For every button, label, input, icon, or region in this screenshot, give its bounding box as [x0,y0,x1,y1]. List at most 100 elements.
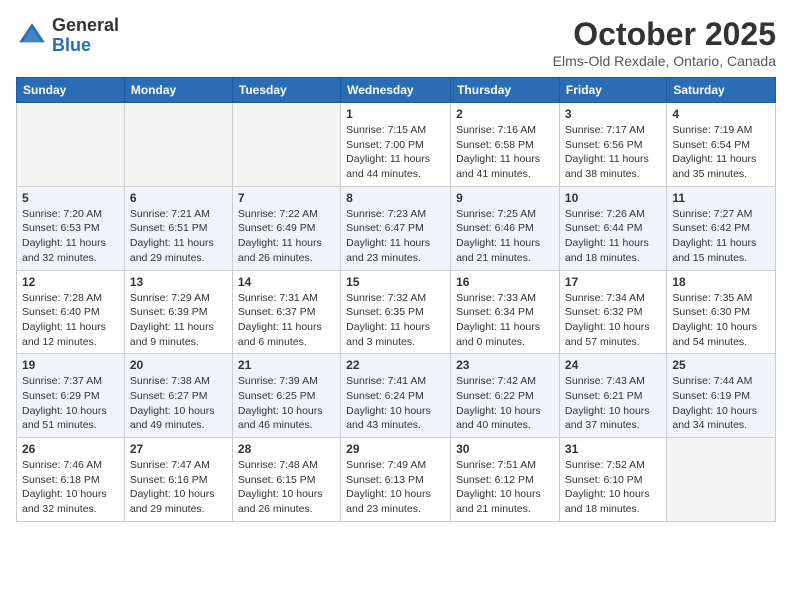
day-info: Sunrise: 7:43 AM Sunset: 6:21 PM Dayligh… [565,374,661,433]
day-cell [17,103,125,187]
day-number: 29 [346,442,445,456]
day-info: Sunrise: 7:46 AM Sunset: 6:18 PM Dayligh… [22,458,119,517]
day-cell: 18 Sunrise: 7:35 AM Sunset: 6:30 PM Dayli… [667,270,776,354]
week-row-2: 12 Sunrise: 7:28 AM Sunset: 6:40 PM Dayli… [17,270,776,354]
day-cell: 6 Sunrise: 7:21 AM Sunset: 6:51 PM Daylig… [124,186,232,270]
day-cell: 23Sunrise: 7:42 AM Sunset: 6:22 PM Dayli… [451,354,560,438]
day-info: Sunrise: 7:20 AM Sunset: 6:53 PM Dayligh… [22,207,119,266]
day-info: Sunrise: 7:27 AM Sunset: 6:42 PM Dayligh… [672,207,770,266]
day-number: 30 [456,442,554,456]
day-cell: 27 Sunrise: 7:47 AM Sunset: 6:16 PM Dayli… [124,438,232,522]
day-cell: 26 Sunrise: 7:46 AM Sunset: 6:18 PM Dayli… [17,438,125,522]
day-cell: 2 Sunrise: 7:16 AM Sunset: 6:58 PM Daylig… [451,103,560,187]
day-cell: 19Sunrise: 7:37 AM Sunset: 6:29 PM Dayli… [17,354,125,438]
day-number: 18 [672,275,770,289]
weekday-header-wednesday: Wednesday [341,78,451,103]
day-cell: 13 Sunrise: 7:29 AM Sunset: 6:39 PM Dayli… [124,270,232,354]
day-cell: 25 Sunrise: 7:44 AM Sunset: 6:19 PM Dayli… [667,354,776,438]
day-number: 27 [130,442,227,456]
day-number: 15 [346,275,445,289]
day-number: 20 [130,358,227,372]
day-cell: 7Sunrise: 7:22 AM Sunset: 6:49 PM Daylig… [232,186,340,270]
day-number: 9 [456,191,554,205]
day-cell: 29Sunrise: 7:49 AM Sunset: 6:13 PM Dayli… [341,438,451,522]
day-cell: 16Sunrise: 7:33 AM Sunset: 6:34 PM Dayli… [451,270,560,354]
day-number: 2 [456,107,554,121]
day-info: Sunrise: 7:22 AM Sunset: 6:49 PM Dayligh… [238,207,335,266]
day-cell [124,103,232,187]
day-info: Sunrise: 7:26 AM Sunset: 6:44 PM Dayligh… [565,207,661,266]
day-info: Sunrise: 7:41 AM Sunset: 6:24 PM Dayligh… [346,374,445,433]
day-number: 10 [565,191,661,205]
day-info: Sunrise: 7:38 AM Sunset: 6:27 PM Dayligh… [130,374,227,433]
day-cell: 5Sunrise: 7:20 AM Sunset: 6:53 PM Daylig… [17,186,125,270]
day-cell: 15 Sunrise: 7:32 AM Sunset: 6:35 PM Dayli… [341,270,451,354]
day-info: Sunrise: 7:39 AM Sunset: 6:25 PM Dayligh… [238,374,335,433]
day-number: 31 [565,442,661,456]
day-cell [667,438,776,522]
day-info: Sunrise: 7:16 AM Sunset: 6:58 PM Dayligh… [456,123,554,182]
day-cell: 9 Sunrise: 7:25 AM Sunset: 6:46 PM Daylig… [451,186,560,270]
day-number: 17 [565,275,661,289]
day-number: 3 [565,107,661,121]
page-header: General Blue October 2025 Elms-Old Rexda… [16,16,776,69]
day-info: Sunrise: 7:35 AM Sunset: 6:30 PM Dayligh… [672,291,770,350]
day-cell: 8Sunrise: 7:23 AM Sunset: 6:47 PM Daylig… [341,186,451,270]
day-number: 11 [672,191,770,205]
logo-icon [16,20,48,52]
day-number: 26 [22,442,119,456]
day-cell: 12 Sunrise: 7:28 AM Sunset: 6:40 PM Dayli… [17,270,125,354]
day-info: Sunrise: 7:19 AM Sunset: 6:54 PM Dayligh… [672,123,770,182]
day-info: Sunrise: 7:51 AM Sunset: 6:12 PM Dayligh… [456,458,554,517]
day-cell: 17 Sunrise: 7:34 AM Sunset: 6:32 PM Dayli… [559,270,666,354]
weekday-header-monday: Monday [124,78,232,103]
day-info: Sunrise: 7:32 AM Sunset: 6:35 PM Dayligh… [346,291,445,350]
day-info: Sunrise: 7:31 AM Sunset: 6:37 PM Dayligh… [238,291,335,350]
day-number: 21 [238,358,335,372]
logo: General Blue [16,16,119,56]
weekday-header-tuesday: Tuesday [232,78,340,103]
day-cell: 14Sunrise: 7:31 AM Sunset: 6:37 PM Dayli… [232,270,340,354]
day-info: Sunrise: 7:29 AM Sunset: 6:39 PM Dayligh… [130,291,227,350]
day-info: Sunrise: 7:23 AM Sunset: 6:47 PM Dayligh… [346,207,445,266]
day-cell: 21 Sunrise: 7:39 AM Sunset: 6:25 PM Dayli… [232,354,340,438]
day-cell: 1Sunrise: 7:15 AM Sunset: 7:00 PM Daylig… [341,103,451,187]
day-info: Sunrise: 7:21 AM Sunset: 6:51 PM Dayligh… [130,207,227,266]
week-row-0: 1Sunrise: 7:15 AM Sunset: 7:00 PM Daylig… [17,103,776,187]
week-row-1: 5Sunrise: 7:20 AM Sunset: 6:53 PM Daylig… [17,186,776,270]
day-number: 12 [22,275,119,289]
day-cell: 20 Sunrise: 7:38 AM Sunset: 6:27 PM Dayli… [124,354,232,438]
day-cell: 24Sunrise: 7:43 AM Sunset: 6:21 PM Dayli… [559,354,666,438]
day-cell: 28Sunrise: 7:48 AM Sunset: 6:15 PM Dayli… [232,438,340,522]
week-row-4: 26 Sunrise: 7:46 AM Sunset: 6:18 PM Dayli… [17,438,776,522]
day-info: Sunrise: 7:28 AM Sunset: 6:40 PM Dayligh… [22,291,119,350]
day-info: Sunrise: 7:52 AM Sunset: 6:10 PM Dayligh… [565,458,661,517]
day-info: Sunrise: 7:15 AM Sunset: 7:00 PM Dayligh… [346,123,445,182]
day-info: Sunrise: 7:25 AM Sunset: 6:46 PM Dayligh… [456,207,554,266]
day-cell: 22Sunrise: 7:41 AM Sunset: 6:24 PM Dayli… [341,354,451,438]
weekday-header-thursday: Thursday [451,78,560,103]
logo-general: General [52,16,119,36]
day-number: 25 [672,358,770,372]
day-info: Sunrise: 7:47 AM Sunset: 6:16 PM Dayligh… [130,458,227,517]
day-number: 13 [130,275,227,289]
title-block: October 2025 Elms-Old Rexdale, Ontario, … [553,16,776,69]
day-number: 23 [456,358,554,372]
day-info: Sunrise: 7:44 AM Sunset: 6:19 PM Dayligh… [672,374,770,433]
day-cell: 11 Sunrise: 7:27 AM Sunset: 6:42 PM Dayli… [667,186,776,270]
day-number: 4 [672,107,770,121]
day-cell: 31 Sunrise: 7:52 AM Sunset: 6:10 PM Dayli… [559,438,666,522]
day-cell: 3Sunrise: 7:17 AM Sunset: 6:56 PM Daylig… [559,103,666,187]
logo-text: General Blue [52,16,119,56]
week-row-3: 19Sunrise: 7:37 AM Sunset: 6:29 PM Dayli… [17,354,776,438]
day-cell: 10 Sunrise: 7:26 AM Sunset: 6:44 PM Dayli… [559,186,666,270]
location: Elms-Old Rexdale, Ontario, Canada [553,53,776,69]
day-cell [232,103,340,187]
day-info: Sunrise: 7:34 AM Sunset: 6:32 PM Dayligh… [565,291,661,350]
day-info: Sunrise: 7:48 AM Sunset: 6:15 PM Dayligh… [238,458,335,517]
day-cell: 30 Sunrise: 7:51 AM Sunset: 6:12 PM Dayli… [451,438,560,522]
day-number: 6 [130,191,227,205]
weekday-header-saturday: Saturday [667,78,776,103]
day-info: Sunrise: 7:37 AM Sunset: 6:29 PM Dayligh… [22,374,119,433]
calendar-table: SundayMondayTuesdayWednesdayThursdayFrid… [16,77,776,522]
